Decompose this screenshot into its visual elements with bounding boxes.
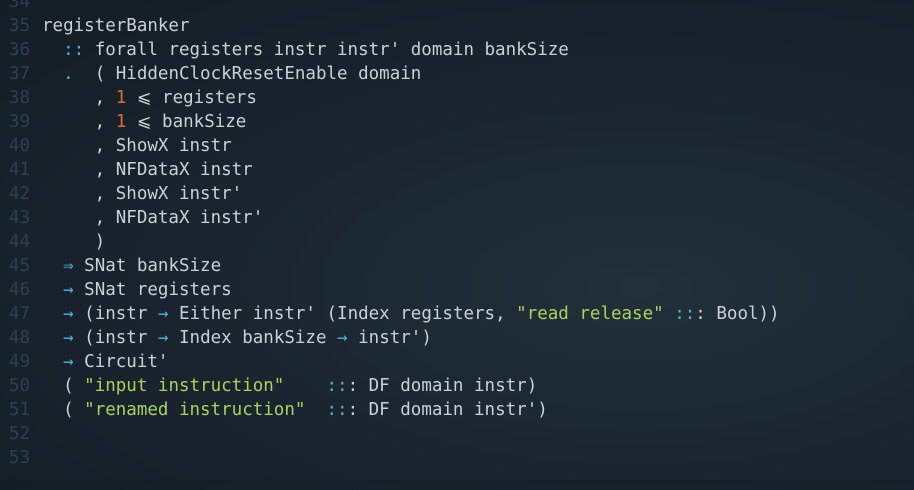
code-line[interactable]: 50 ( "input instruction" ::: DF domain i…	[0, 374, 914, 398]
code-line[interactable]: 39 , 1 ⩽ bankSize	[0, 110, 914, 134]
line-number: 39	[8, 112, 30, 132]
code-line[interactable]: 46 → SNat registers	[0, 278, 914, 302]
line-number: 40	[8, 136, 30, 156]
line-number: 34	[8, 0, 30, 12]
code-text: , 1 ⩽ bankSize	[42, 112, 247, 132]
code-line[interactable]: 51 ( "renamed instruction" ::: DF domain…	[0, 398, 914, 422]
code-line[interactable]: 49 → Circuit'	[0, 350, 914, 374]
line-number: 42	[8, 184, 30, 204]
code-text: , 1 ⩽ registers	[42, 88, 257, 108]
line-number: 35	[8, 16, 30, 36]
line-number: 41	[8, 160, 30, 180]
code-line[interactable]: 42 , ShowX instr'	[0, 182, 914, 206]
code-line[interactable]: 34	[0, 0, 914, 14]
code-line[interactable]: 52	[0, 422, 914, 446]
line-number: 50	[8, 376, 30, 396]
code-text: )	[42, 232, 106, 252]
code-text: → (instr → Either instr' (Index register…	[63, 304, 780, 324]
code-line[interactable]: 41 , NFDataX instr	[0, 158, 914, 182]
code-line[interactable]: 45 ⇒ SNat bankSize	[0, 254, 914, 278]
line-number: 53	[8, 448, 30, 468]
line-number: 45	[8, 256, 30, 276]
line-number: 48	[8, 328, 30, 348]
line-number: 43	[8, 208, 30, 228]
line-number: 44	[8, 232, 30, 252]
code-line[interactable]: 36 :: forall registers instr instr' doma…	[0, 38, 914, 62]
line-number: 38	[8, 88, 30, 108]
code-text: → (instr → Index bankSize → instr')	[63, 328, 432, 348]
code-text: ( "renamed instruction" ::: DF domain in…	[42, 400, 548, 420]
code-line[interactable]: 40 , ShowX instr	[0, 134, 914, 158]
code-line[interactable]: 53	[0, 446, 914, 470]
code-text: . ( HiddenClockResetEnable domain	[63, 64, 422, 84]
line-number: 51	[8, 400, 30, 420]
code-text: , ShowX instr'	[42, 184, 243, 204]
code-text: → Circuit'	[63, 352, 169, 372]
code-text: :: forall registers instr instr' domain …	[63, 40, 569, 60]
code-text: , NFDataX instr	[42, 160, 253, 180]
code-line[interactable]: 47 → (instr → Either instr' (Index regis…	[0, 302, 914, 326]
code-text: ⇒ SNat bankSize	[63, 256, 222, 276]
code-text: → SNat registers	[63, 280, 232, 300]
code-text: ( "input instruction" ::: DF domain inst…	[42, 376, 538, 396]
line-number: 52	[8, 424, 30, 444]
code-line[interactable]: 43 , NFDataX instr'	[0, 206, 914, 230]
code-text: , NFDataX instr'	[42, 208, 264, 228]
code-line[interactable]: 48 → (instr → Index bankSize → instr')	[0, 326, 914, 350]
code-text: registerBanker	[42, 16, 190, 36]
code-line[interactable]: 35 registerBanker	[0, 14, 914, 38]
line-number: 49	[8, 352, 30, 372]
code-text: , ShowX instr	[42, 136, 232, 156]
code-line[interactable]: 44 )	[0, 230, 914, 254]
code-line[interactable]: 38 , 1 ⩽ registers	[0, 86, 914, 110]
code-line[interactable]: 37 . ( HiddenClockResetEnable domain	[0, 62, 914, 86]
code-editor[interactable]: 34 35 registerBanker 36 :: forall registers…	[0, 0, 914, 490]
line-number: 37	[8, 64, 30, 84]
line-number: 47	[8, 304, 30, 324]
line-number: 36	[8, 40, 30, 60]
line-number: 46	[8, 280, 30, 300]
